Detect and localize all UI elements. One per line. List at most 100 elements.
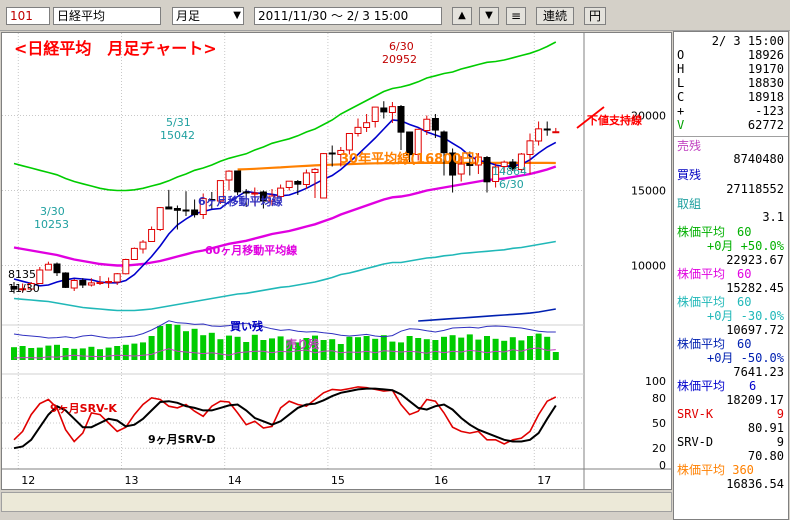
volume-bar-28 xyxy=(251,334,258,360)
candle-body-12 xyxy=(113,273,121,283)
volume-bar-54 xyxy=(475,339,482,360)
line-urizan xyxy=(13,347,556,359)
osc-tick-label-0: 100 xyxy=(645,375,666,388)
annotation-march-date: 3/30 xyxy=(40,205,65,218)
ohlc-key-2: L xyxy=(677,76,685,90)
candle-body-43 xyxy=(380,107,388,113)
urizan-value: 8740480 xyxy=(733,152,784,166)
ma-b-label: 株価平均 60 xyxy=(677,267,752,281)
volume-bar-57 xyxy=(501,340,508,360)
volume-bar-63 xyxy=(552,352,559,360)
grid xyxy=(2,33,671,489)
yen-button[interactable]: 円 xyxy=(584,7,606,25)
line-ma60-plus50 xyxy=(13,41,557,192)
candle-body-10 xyxy=(96,281,104,284)
scroll-up-button[interactable]: ▲ xyxy=(452,7,472,25)
scroll-down-button[interactable]: ▼ xyxy=(479,7,499,25)
candle-body-50 xyxy=(440,131,448,154)
annotation-start-date: 11/30 xyxy=(8,282,40,295)
volume-bar-46 xyxy=(406,336,413,360)
x-tick-label-0: 12 xyxy=(21,474,35,487)
candle-body-6 xyxy=(62,272,70,288)
urizan-label: 売残 xyxy=(677,139,702,153)
horizontal-scrollbar[interactable] xyxy=(1,492,672,512)
candle-body-17 xyxy=(156,207,164,231)
candle-body-7 xyxy=(70,280,78,289)
candle-body-28 xyxy=(251,192,259,195)
ohlc-key-3: C xyxy=(677,90,685,104)
ma-e-value: 18209.17 xyxy=(726,393,784,407)
candle-body-44 xyxy=(388,106,396,114)
data-panel: 2/ 3 15:00 O 18926 H 19170 L 18830 C 18918 + -123… xyxy=(673,31,789,520)
candle-body-19 xyxy=(173,208,181,211)
annotation-high-value: 20952 xyxy=(382,53,417,66)
candle-body-39 xyxy=(345,133,353,151)
chart-title: <日経平均 月足チャート> xyxy=(14,39,217,58)
volume-bar-60 xyxy=(527,336,533,360)
candle-body-47 xyxy=(414,128,422,156)
x-tick-label-3: 15 xyxy=(331,474,345,487)
candle-body-60 xyxy=(526,140,534,155)
srvd-value: 70.80 xyxy=(747,449,784,463)
volume-bar-12 xyxy=(114,346,121,360)
line-ma6 xyxy=(13,119,557,287)
line-kaizan xyxy=(13,320,556,339)
candle-body-13 xyxy=(122,259,130,275)
candle-body-18 xyxy=(165,206,173,210)
volume-bar-14 xyxy=(131,343,138,360)
volume-bar-23 xyxy=(208,332,215,360)
volume-bar-62 xyxy=(544,336,551,360)
volume-bar-8 xyxy=(79,348,86,360)
panel-divider xyxy=(674,136,788,137)
x-tick-label-2: 14 xyxy=(228,474,242,487)
y-tick-label-1: 15000 xyxy=(631,185,666,198)
candle-body-37 xyxy=(328,152,336,155)
ma-f-label: 株価平均 360 xyxy=(677,463,754,477)
osc-tick-label-4: 0 xyxy=(659,459,666,472)
date-range-field[interactable]: 2011/11/30 ～ 2/ 3 15:00 xyxy=(254,7,442,25)
volume-bar-18 xyxy=(165,324,172,360)
name-input[interactable]: 日経平均 xyxy=(53,7,161,25)
annotation-start-value: 8135 xyxy=(8,268,36,281)
chevron-down-icon[interactable]: ▼ xyxy=(233,8,241,24)
torikumi-value: 3.1 xyxy=(762,210,784,224)
candle-body-34 xyxy=(302,172,310,185)
toolbar: 101 日経平均 月足 ▼ 2011/11/30 ～ 2/ 3 15:00 ▲ … xyxy=(0,0,790,31)
volume-bar-29 xyxy=(260,340,267,360)
candle-body-11 xyxy=(105,281,113,284)
menu-button[interactable]: ≡ xyxy=(506,7,526,25)
candle-body-16 xyxy=(148,229,156,242)
chart-area[interactable]: 20000 15000 10000 100 80 50 20 0 12 13 14 15 16 17 <日… xyxy=(1,32,672,490)
renzoku-button[interactable]: 連続 xyxy=(536,7,574,25)
volume-bar-27 xyxy=(243,342,250,360)
ohlc-key-4: + xyxy=(677,104,685,118)
annotation-buy: 買い残 xyxy=(230,319,263,333)
volume-bar-40 xyxy=(355,337,361,360)
volume-bar-50 xyxy=(441,336,447,360)
ohlc-value-5: 62772 xyxy=(747,118,784,132)
volume-bar-37 xyxy=(329,339,336,360)
candle-body-9 xyxy=(87,282,95,286)
candle-body-55 xyxy=(483,157,491,183)
candle-body-35 xyxy=(311,168,319,174)
volume-bar-25 xyxy=(226,335,232,360)
candle-body-45 xyxy=(397,106,405,133)
annotation-low-value: 14864 xyxy=(492,165,527,178)
volume-bar-58 xyxy=(509,337,516,360)
x-tick-label-4: 16 xyxy=(434,474,448,487)
volume-bar-39 xyxy=(346,336,353,360)
period-select[interactable]: 月足 ▼ xyxy=(172,7,244,25)
srv-oscillator xyxy=(13,386,557,450)
volume-bar-55 xyxy=(484,336,490,360)
ma-a-value: 22923.67 xyxy=(726,253,784,267)
ma-d-label: 株価平均 60 xyxy=(677,337,752,351)
candle-body-41 xyxy=(363,122,371,128)
ma-a-sub: +0月 +50.0% xyxy=(706,239,784,253)
volume-bar-15 xyxy=(140,342,146,360)
code-input[interactable]: 101 xyxy=(6,7,50,25)
volume-bar-2 xyxy=(28,348,35,360)
srvk-label: SRV-K xyxy=(677,407,714,421)
volume-bar-30 xyxy=(269,338,275,360)
volume-bar-21 xyxy=(191,328,198,360)
srvd-n: 9 xyxy=(776,435,784,449)
